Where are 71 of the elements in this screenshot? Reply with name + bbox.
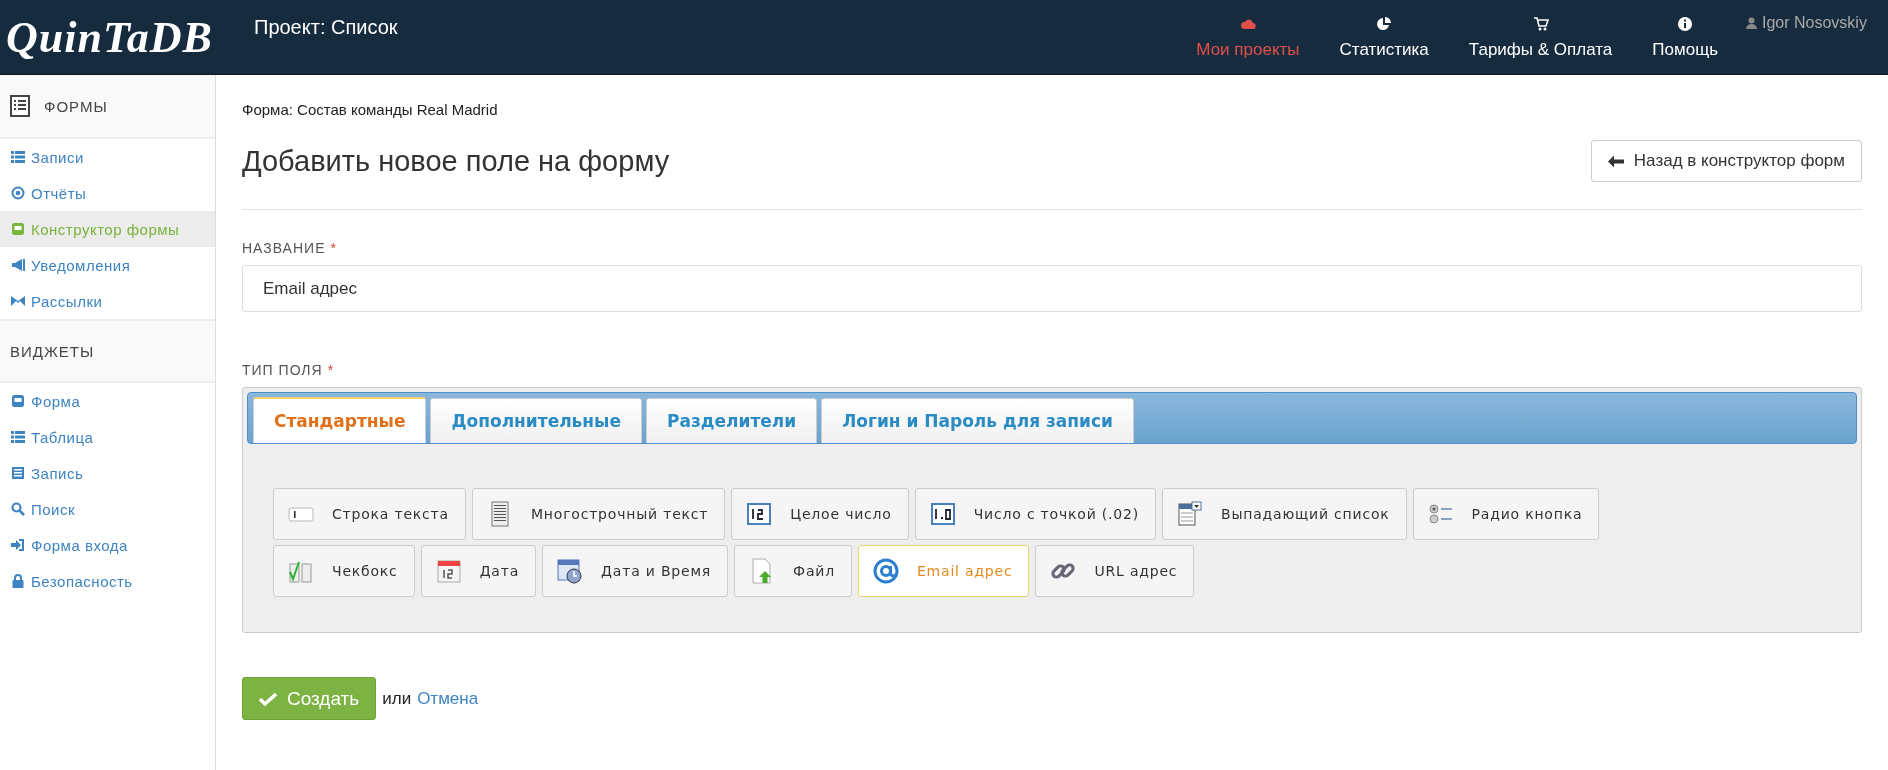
- sidebar-item[interactable]: Уведомления: [0, 247, 215, 283]
- field-type-button[interactable]: URL адрес: [1035, 545, 1195, 597]
- sidebar-item[interactable]: Форма: [0, 383, 215, 419]
- tab[interactable]: Логин и Пароль для записи: [821, 398, 1134, 443]
- sign-in-icon: [11, 538, 25, 552]
- field-label: НАЗВАНИЕ: [242, 240, 326, 256]
- form-icon: [11, 394, 25, 408]
- section-title: ФОРМЫ: [44, 97, 108, 115]
- sidebar-item[interactable]: Отчёты: [0, 175, 215, 211]
- field-type-button[interactable]: Радио кнопка: [1412, 488, 1600, 540]
- list-icon: [11, 430, 25, 444]
- document-icon: [11, 466, 25, 480]
- logo[interactable]: QuinTaDB: [6, 11, 254, 63]
- field-type-button[interactable]: Выпадающий список: [1162, 488, 1407, 540]
- at-sign-icon: [872, 558, 899, 584]
- form-list-icon: [10, 95, 30, 117]
- tab[interactable]: Дополнительные: [430, 398, 642, 443]
- sidebar-item[interactable]: Запись: [0, 455, 215, 491]
- project-title: Проект: Список: [254, 15, 398, 39]
- field-label: ТИП ПОЛЯ: [242, 362, 323, 378]
- breadcrumb: Форма: Состав команды Real Madrid: [242, 101, 499, 118]
- cancel-link[interactable]: Отмена: [417, 688, 479, 709]
- cart-icon: [1532, 16, 1549, 32]
- sidebar-item[interactable]: Таблица: [0, 419, 215, 455]
- section-title: ВИДЖЕТЫ: [10, 342, 95, 360]
- required-mark: *: [327, 362, 335, 378]
- nav-link[interactable]: Тарифы & Оплата: [1448, 16, 1633, 74]
- nav-link[interactable]: Мои проекты: [1176, 16, 1320, 74]
- create-button[interactable]: Создать: [242, 677, 377, 720]
- field-type-button[interactable]: Дата: [420, 545, 537, 597]
- page-title: Добавить новое поле на форму: [242, 144, 670, 178]
- integer-icon: [746, 501, 773, 527]
- check-icon: [259, 691, 277, 706]
- calendar-icon: [435, 558, 462, 584]
- nav-link[interactable]: Статистика: [1319, 16, 1449, 74]
- user-icon: [1746, 17, 1757, 29]
- calendar-clock-icon: [557, 558, 584, 584]
- tab[interactable]: Стандартные: [253, 397, 427, 443]
- pie-chart-icon: [1376, 16, 1393, 32]
- separator-text: или: [382, 688, 412, 709]
- field-type-button[interactable]: Многострочный текст: [471, 488, 726, 540]
- field-type-button[interactable]: Число с точкой (.02): [914, 488, 1156, 540]
- lock-icon: [11, 574, 25, 588]
- field-type-button[interactable]: Файл: [734, 545, 852, 597]
- info-icon: [1677, 16, 1694, 32]
- sidebar-item[interactable]: Форма входа: [0, 527, 215, 563]
- list-icon: [11, 150, 25, 164]
- nav-link[interactable]: Помощь: [1632, 16, 1738, 74]
- field-type-button[interactable]: Целое число: [731, 488, 909, 540]
- field-type-button[interactable]: Email адрес: [857, 545, 1030, 597]
- sidebar-item[interactable]: Рассылки: [0, 283, 215, 319]
- sidebar-item[interactable]: Конструктор формы: [0, 211, 215, 247]
- sidebar-item[interactable]: Безопасность: [0, 563, 215, 599]
- required-mark: *: [330, 240, 337, 256]
- search-icon: [11, 502, 25, 516]
- form-icon: [11, 222, 25, 236]
- user-menu[interactable]: Igor Nosovskiy: [1746, 14, 1888, 32]
- field-type-button[interactable]: Дата и Время: [542, 545, 729, 597]
- name-input[interactable]: Email адрес: [242, 265, 1862, 312]
- field-type-button[interactable]: Чекбокс: [273, 545, 415, 597]
- sidebar-item[interactable]: Записи: [0, 139, 215, 175]
- field-type-button[interactable]: Строка текста: [273, 488, 466, 540]
- megaphone-icon: [11, 258, 25, 272]
- arrow-left-icon: [1607, 154, 1624, 168]
- back-button[interactable]: Назад в конструктор форм: [1590, 140, 1862, 182]
- decimal-icon: [929, 501, 956, 527]
- radio-list-icon: [1427, 501, 1454, 527]
- dropdown-list-icon: [1177, 501, 1203, 527]
- sidebar-item[interactable]: Поиск: [0, 491, 215, 527]
- tab[interactable]: Разделители: [646, 398, 818, 443]
- target-icon: [11, 186, 25, 200]
